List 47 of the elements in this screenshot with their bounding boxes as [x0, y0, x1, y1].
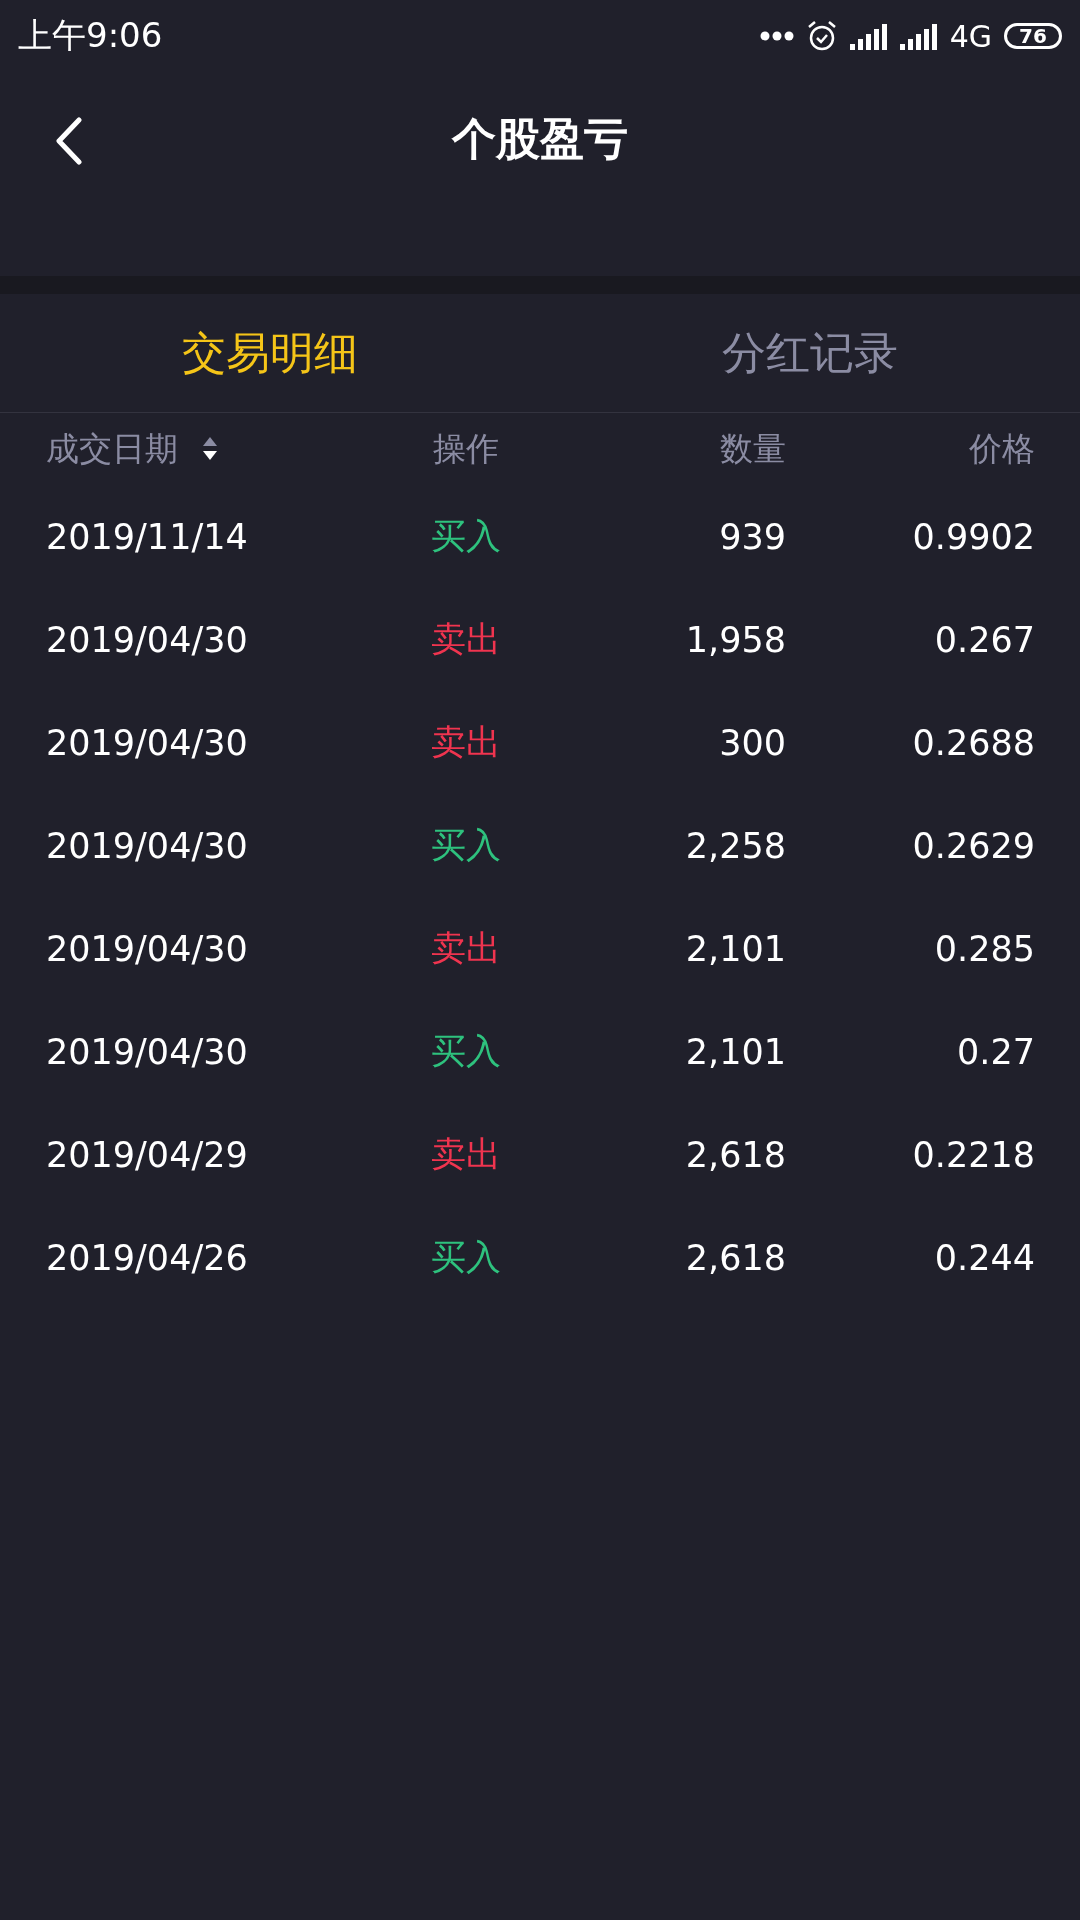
action-cell-text: 买入 [431, 824, 501, 867]
quantity-cell: 2,618 [685, 1237, 786, 1278]
column-header[interactable]: 成交日期 [46, 426, 178, 472]
network-type: 4G [949, 18, 992, 54]
quantity-cell: 939 [719, 516, 786, 557]
quantity-cell: 1,958 [685, 619, 786, 660]
sort-icon[interactable] [202, 436, 218, 462]
date-cell-text: 2019/04/29 [46, 1134, 249, 1175]
more-icon [759, 31, 794, 41]
action-cell-text: 卖出 [431, 927, 501, 970]
date-cell-text: 2019/11/14 [46, 516, 249, 557]
column-header: 数量 [720, 427, 786, 470]
price-cell: 0.244 [934, 1237, 1035, 1278]
date-cell-text: 2019/04/30 [46, 928, 249, 969]
date-cell-text: 2019/04/30 [46, 1031, 249, 1072]
quantity-cell: 2,101 [685, 1031, 786, 1072]
status-time: 上午9:06 [18, 14, 163, 57]
price-cell: 0.2629 [912, 825, 1035, 866]
quantity-cell: 300 [719, 722, 786, 763]
quantity-cell: 2,101 [685, 928, 786, 969]
column-header: 价格 [969, 427, 1035, 470]
date-cell-text: 2019/04/30 [46, 619, 249, 660]
column-header: 操作 [433, 427, 499, 470]
price-cell: 0.27 [957, 1031, 1035, 1072]
price-cell: 0.267 [934, 619, 1035, 660]
action-cell-text: 买入 [431, 515, 501, 558]
action-cell-text: 卖出 [431, 1133, 501, 1176]
action-cell-text: 买入 [431, 1030, 501, 1073]
price-cell: 0.2218 [912, 1134, 1035, 1175]
quantity-cell: 2,618 [685, 1134, 786, 1175]
battery-level: 76 [1004, 23, 1062, 49]
action-cell-text: 卖出 [431, 618, 501, 661]
signal-icon [849, 22, 888, 50]
tab[interactable]: 交易明细 [0, 294, 540, 412]
page-title: 个股盈亏 [452, 111, 628, 166]
tab[interactable]: 分红记录 [540, 294, 1080, 412]
signal-icon [899, 22, 938, 50]
action-cell-text: 买入 [431, 1236, 501, 1279]
price-cell: 0.2688 [912, 722, 1035, 763]
price-cell: 0.9902 [912, 516, 1035, 557]
price-cell: 0.285 [934, 928, 1035, 969]
quantity-cell: 2,258 [685, 825, 786, 866]
date-cell-text: 2019/04/26 [46, 1237, 249, 1278]
back-icon[interactable] [54, 117, 84, 165]
action-cell-text: 卖出 [431, 721, 501, 764]
date-cell-text: 2019/04/30 [46, 825, 249, 866]
date-cell-text: 2019/04/30 [46, 722, 249, 763]
